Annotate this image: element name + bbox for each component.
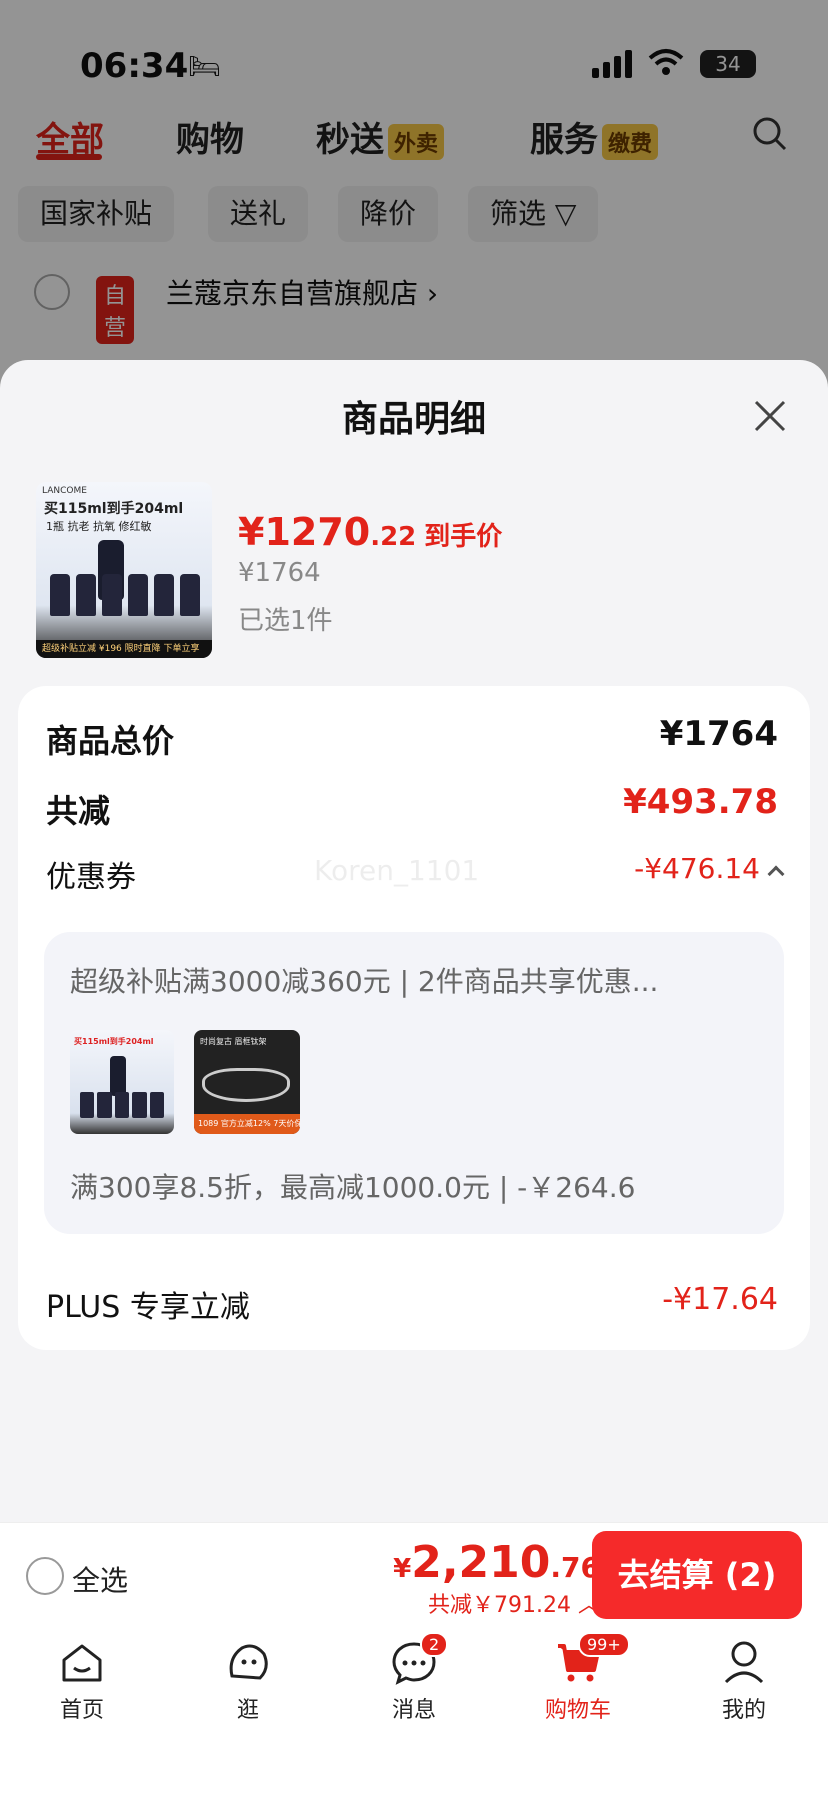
checkout-button[interactable]: 去结算 (2) (592, 1531, 802, 1619)
coupon-description: 满300享8.5折，最高减1000.0元 | -￥264.6 (70, 1171, 636, 1204)
home-icon (62, 1644, 102, 1682)
tab-messages[interactable]: 2 消息 (354, 1632, 474, 1724)
explore-icon (229, 1644, 268, 1680)
checkout-total: ¥2,210.76 (393, 1537, 600, 1588)
selected-count: 已选1件 (238, 606, 333, 636)
tab-cart[interactable]: 99+ 购物车 (518, 1632, 638, 1724)
saving-toggle[interactable]: 共减￥791.24 ︿ (428, 1587, 600, 1619)
total-reduction-label: 共减 (46, 792, 111, 830)
coupon-product-image-1[interactable]: 买115ml到手204ml (70, 1030, 174, 1134)
product-image[interactable]: LANCOME 买115ml到手204ml 1瓶 抗老 抗氧 修红敏 超级补贴立… (36, 482, 212, 658)
product-image-banner: 超级补贴立减 ¥196 限时直降 下单立享 (36, 640, 212, 658)
bottle-row (50, 574, 200, 616)
plus-discount-label: PLUS 专享立减 (46, 1290, 250, 1325)
coupon-product-image-2[interactable]: 时尚复古 眉框钛架 1089 官方立减12% 7天价保 (194, 1030, 300, 1134)
coupon-title[interactable]: 超级补贴满3000减360元 | 2件商品共享优惠... (70, 960, 658, 1000)
original-price: ¥1764 (238, 558, 321, 588)
product-image-brand: LANCOME (42, 486, 87, 496)
select-all-checkbox[interactable] (26, 1557, 64, 1595)
tab-profile[interactable]: 我的 (684, 1638, 804, 1724)
watermark: Koren_1101 (314, 854, 480, 887)
coupon-toggle[interactable]: -¥476.14 (634, 852, 785, 885)
select-all-label[interactable]: 全选 (72, 1559, 128, 1599)
plus-discount-value: -¥17.64 (662, 1282, 778, 1317)
total-price-value: ¥1764 (659, 714, 778, 754)
coupon-detail-box: 超级补贴满3000减360元 | 2件商品共享优惠... 买115ml到手204… (44, 932, 784, 1234)
price-breakdown-card: 商品总价 ¥1764 共减 ¥493.78 Koren_1101 优惠券 -¥4… (18, 686, 810, 1350)
bottom-tab-bar: 首页 逛 2 消息 99+ 购物车 我的 (0, 1626, 828, 1801)
close-icon[interactable] (752, 398, 788, 434)
cart-badge: 99+ (578, 1632, 630, 1657)
chevron-up-icon (767, 865, 785, 883)
checkout-bar: 全选 ¥2,210.76 共减￥791.24 ︿ 去结算 (2) (0, 1522, 828, 1626)
message-badge: 2 (420, 1632, 449, 1657)
final-price: ¥1270.22 到手价 (238, 510, 503, 554)
tab-explore[interactable]: 逛 (188, 1638, 308, 1724)
tab-home[interactable]: 首页 (22, 1638, 142, 1724)
total-price-label: 商品总价 (46, 722, 175, 760)
coupon-label: 优惠券 (46, 860, 136, 895)
product-image-headline: 买115ml到手204ml (44, 501, 184, 517)
sheet-title: 商品明细 (341, 399, 486, 440)
total-reduction-value: ¥493.78 (623, 782, 778, 822)
profile-icon (724, 1641, 764, 1684)
product-image-subline: 1瓶 抗老 抗氧 修红敏 (46, 520, 152, 533)
